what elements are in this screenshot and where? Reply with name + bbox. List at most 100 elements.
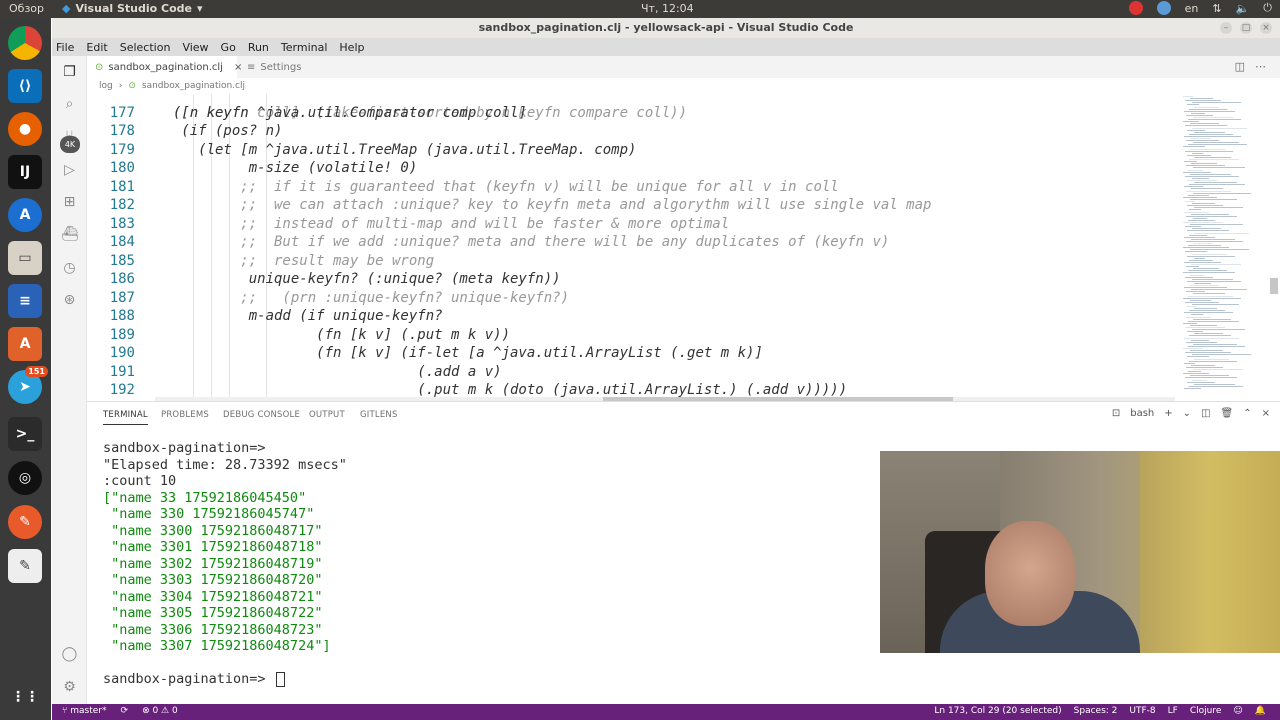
chrome-tray-icon[interactable] [1128,1,1143,15]
menu-go[interactable]: Go [221,41,236,54]
git-branch[interactable]: ⑂ master* [62,706,107,716]
minimap-line [1194,207,1243,209]
intellij-icon[interactable]: IJ [8,155,42,189]
new-terminal-icon[interactable]: + [1164,408,1172,419]
extensions-icon[interactable]: ⊞ [61,194,78,211]
network-tray-icon[interactable] [1156,1,1171,15]
docker-icon[interactable]: ⛴ [61,226,79,243]
sync-icon[interactable]: ⟳ [121,706,129,716]
minimap-line [1184,186,1203,188]
problems-counter[interactable]: ⊗ 0 ⚠ 0 [142,706,178,716]
search-icon[interactable]: ⌕ [61,96,78,113]
minimap-line [1191,238,1235,240]
menu-terminal[interactable]: Terminal [281,41,328,54]
software-center-icon[interactable]: A [8,327,42,361]
minimap-line [1188,169,1203,171]
close-window-button[interactable]: × [1260,22,1272,34]
minimap-line [1189,385,1243,387]
minimap-line [1185,352,1231,354]
screenshot-icon[interactable]: ✎ [8,505,42,539]
terminal-line: "name 330 17592186045747" [103,506,315,522]
breadcrumb: log › ⊙ sandbox_pagination.clj [87,78,1280,94]
volume-icon[interactable]: 🔈 [1236,2,1250,15]
files-icon[interactable]: ▭ [8,241,42,275]
minimize-button[interactable]: – [1220,22,1232,34]
tab-sandbox-pagination[interactable]: ⊙ sandbox_pagination.clj × [87,56,242,78]
tab-settings[interactable]: ≡ Settings [239,56,329,78]
chevron-down-icon: ▾ [196,2,203,15]
badge-4k-icon[interactable]: 4K [60,136,80,153]
code-line: 181 ;; if it is guaranteed that (keyfn v… [87,178,1175,197]
run-debug-icon[interactable]: ▷ [61,162,78,179]
notifications-icon[interactable]: 🔔 [1255,706,1266,716]
minimap-line [1189,108,1227,110]
obs-icon[interactable]: ◎ [8,461,42,495]
more-actions-icon[interactable]: ⋯ [1255,60,1266,73]
menu-file[interactable]: File [56,41,74,54]
app-blue-icon[interactable]: A [8,198,42,232]
shell-selector[interactable]: bash [1130,408,1154,419]
breadcrumb-file[interactable]: sandbox_pagination.clj [142,81,245,91]
app-menu[interactable]: ◆ Visual Studio Code ▾ [62,2,203,15]
firefox-icon[interactable]: ● [8,112,42,146]
minimap-line [1193,268,1219,270]
account-icon[interactable]: ◯ [61,646,78,663]
code-editor[interactable]: ([n keyfn coll] (take-first-sorted-by n … [87,94,1175,401]
close-panel-icon[interactable]: × [1262,408,1270,419]
trash-icon[interactable]: 🗑 [1221,408,1234,419]
code-line: 177 ([n keyfn ^java.util.Comparator comp… [87,104,1175,123]
menu-edit[interactable]: Edit [86,41,107,54]
vscode-dock-icon[interactable]: ⟨⟩ [8,69,42,103]
tab-debug-console[interactable]: DEBUG CONSOLE [223,410,300,420]
split-terminal-icon[interactable]: ◫ [1201,408,1210,419]
gear-icon[interactable]: ⚙ [61,679,78,696]
chevron-down-icon[interactable]: ⌄ [1183,408,1191,419]
end-of-line[interactable]: LF [1168,706,1178,716]
minimap-line [1184,387,1201,389]
encoding[interactable]: UTF-8 [1129,706,1155,716]
network-icon[interactable]: ⇅ [1212,2,1221,15]
language-mode[interactable]: Clojure [1190,706,1222,716]
menu-help[interactable]: Help [339,41,364,54]
menu-selection[interactable]: Selection [120,41,171,54]
minimap-line [1192,303,1239,305]
clock[interactable]: Чт, 12:04 [641,2,694,15]
show-apps-icon[interactable]: ⋮⋮ [8,680,42,714]
minimap-line [1190,198,1237,200]
terminal-dock-icon[interactable]: >_ [8,417,42,451]
minimap[interactable] [1175,94,1280,401]
power-icon[interactable]: ⏻ [1263,1,1272,15]
minimap-line [1192,152,1203,154]
code-text: (let [m ^java.util.TreeMap (java.util.Tr… [156,141,637,158]
split-editor-icon[interactable]: ◫ [1235,60,1245,73]
terminal-line: "name 3305 17592186048722" [103,605,323,621]
terminal-line: "name 3302 17592186048719" [103,555,323,572]
chrome-icon[interactable] [8,26,42,60]
terminal-output[interactable]: sandbox-pagination=> "Elapsed time: 28.73… [103,440,347,688]
telegram-icon[interactable]: ➤ 151 [8,366,48,404]
gitlens-icon[interactable]: ⊛ [61,292,78,309]
indentation[interactable]: Spaces: 2 [1074,706,1118,716]
tab-terminal[interactable]: TERMINAL [103,410,148,425]
language-indicator[interactable]: en [1185,2,1199,15]
document-icon[interactable]: ≡ [8,284,42,318]
minimap-line [1192,228,1221,230]
cursor-position[interactable]: Ln 173, Col 29 (20 selected) [934,706,1061,716]
minimap-line [1184,236,1215,238]
minimap-line [1191,112,1205,114]
breadcrumb-folder[interactable]: log [99,81,113,91]
tab-problems[interactable]: PROBLEMS [161,410,209,420]
minimap-line [1185,251,1207,253]
tab-gitlens[interactable]: GITLENS [360,410,398,420]
editor-scrollbar-thumb[interactable] [1270,278,1278,294]
menu-run[interactable]: Run [248,41,269,54]
activities-button[interactable]: Обзор [9,2,44,15]
explorer-icon[interactable]: ❐ [61,64,78,81]
feedback-icon[interactable]: ☺ [1233,706,1242,716]
maximize-button[interactable]: □ [1240,22,1252,34]
tab-output[interactable]: OUTPUT [309,410,345,420]
timeline-icon[interactable]: ◷ [61,260,78,277]
maximize-panel-icon[interactable]: ⌃ [1243,408,1251,419]
text-editor-icon[interactable]: ✎ [8,549,42,583]
menu-view[interactable]: View [182,41,208,54]
